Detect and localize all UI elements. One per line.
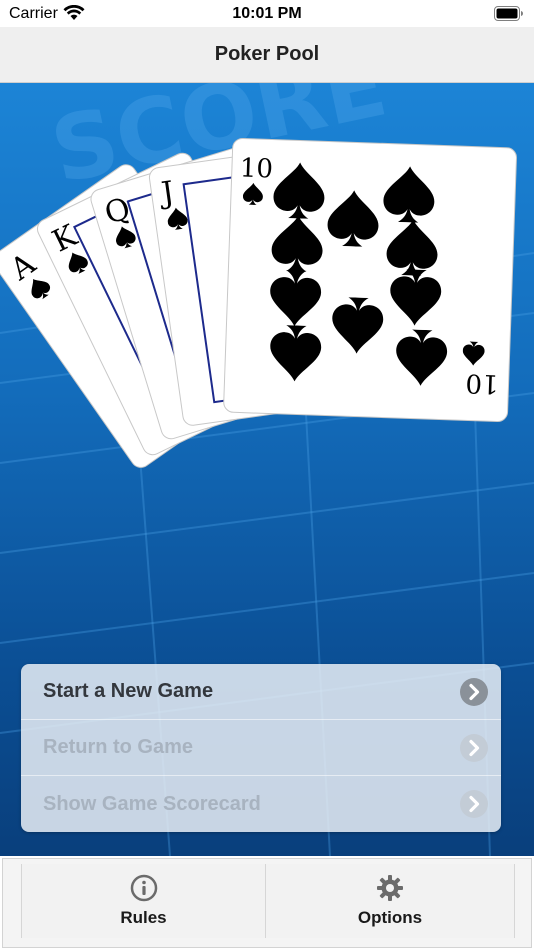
navigation-bar: Poker Pool — [0, 27, 534, 83]
menu-item-label: Return to Game — [43, 736, 194, 758]
gear-icon — [377, 875, 403, 901]
status-bar: Carrier 10:01 PM — [0, 0, 534, 27]
chevron-right-icon — [460, 734, 488, 762]
main-menu: Start a New Game Return to Game Show Gam… — [21, 664, 501, 832]
show-game-scorecard-button[interactable]: Show Game Scorecard — [21, 776, 501, 832]
start-new-game-button[interactable]: Start a New Game — [21, 664, 501, 720]
return-to-game-button[interactable]: Return to Game — [21, 720, 501, 776]
tab-bar: Rules Options — [0, 856, 534, 950]
chevron-right-icon — [460, 790, 488, 818]
chevron-right-icon — [460, 678, 488, 706]
menu-item-label: Show Game Scorecard — [43, 792, 261, 815]
info-icon — [130, 874, 157, 902]
card-rank-ten-inverted: 10 — [465, 367, 499, 398]
menu-item-label: Start a New Game — [43, 680, 214, 702]
card-rank-ten: 10 — [239, 153, 273, 184]
tab-options[interactable]: Options — [266, 864, 515, 938]
battery-icon — [494, 6, 523, 21]
tab-label: Options — [357, 908, 423, 927]
clock: 10:01 PM — [232, 5, 302, 22]
page-title: Poker Pool — [214, 43, 320, 65]
card-ten-of-spades: 10 10 — [223, 137, 517, 423]
tab-rules[interactable]: Rules — [21, 864, 266, 938]
tab-label: Rules — [120, 908, 167, 927]
